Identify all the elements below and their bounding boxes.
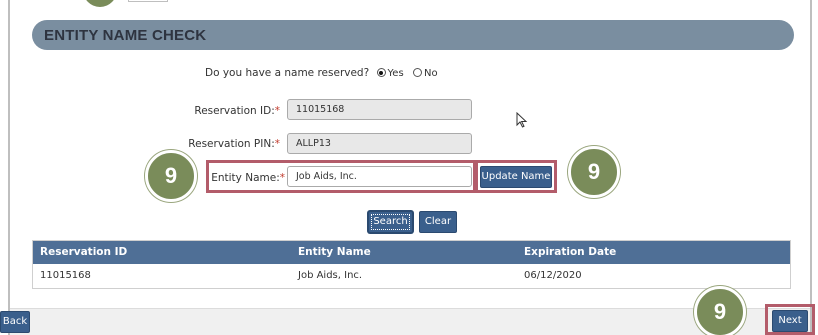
mouse-pointer-icon [516,112,528,128]
radio-yes-label: Yes [387,68,404,79]
step-badge-next: 9 [694,286,746,335]
entity-name-input[interactable]: Job Aids, Inc. [287,166,472,187]
cell-entity-name: Job Aids, Inc. [298,270,363,281]
reservation-id-label: Reservation ID:* [194,105,280,117]
footer-bar [10,308,810,335]
update-name-button[interactable]: Update Name [480,166,552,188]
column-header-reservation-id: Reservation ID [40,246,128,258]
reservation-pin-field[interactable]: ALLP13 [287,133,472,154]
reservation-results-table: Reservation ID Entity Name Expiration Da… [32,240,791,289]
cell-reservation-id: 11015168 [40,270,91,281]
table-header-row: Reservation ID Entity Name Expiration Da… [33,241,790,264]
section-header: ENTITY NAME CHECK [32,20,794,50]
cell-expiration-date: 06/12/2020 [524,270,582,281]
radio-yes[interactable] [376,68,386,77]
question-label: Do you have a name reserved? [205,67,370,79]
back-button[interactable]: Back [0,311,30,333]
reservation-id-field[interactable]: 11015168 [287,99,472,120]
column-header-expiration-date: Expiration Date [524,246,617,258]
next-button[interactable]: Next [772,310,808,332]
radio-no-label: No [424,68,438,79]
step-badge-left: 9 [145,150,197,202]
top-tab-partial [128,0,168,2]
name-reserved-question: Do you have a name reserved? Yes No [205,67,438,79]
section-title: ENTITY NAME CHECK [44,27,207,44]
radio-no[interactable] [413,68,423,77]
step-badge-right: 9 [568,146,620,198]
clear-button[interactable]: Clear [419,211,457,233]
reservation-pin-label: Reservation PIN:* [188,138,280,150]
entity-name-label: Entity Name:* [211,172,285,184]
table-row[interactable]: 11015168 Job Aids, Inc. 06/12/2020 [33,264,790,288]
search-button[interactable]: Search [368,211,413,233]
column-header-entity-name: Entity Name [298,246,371,258]
